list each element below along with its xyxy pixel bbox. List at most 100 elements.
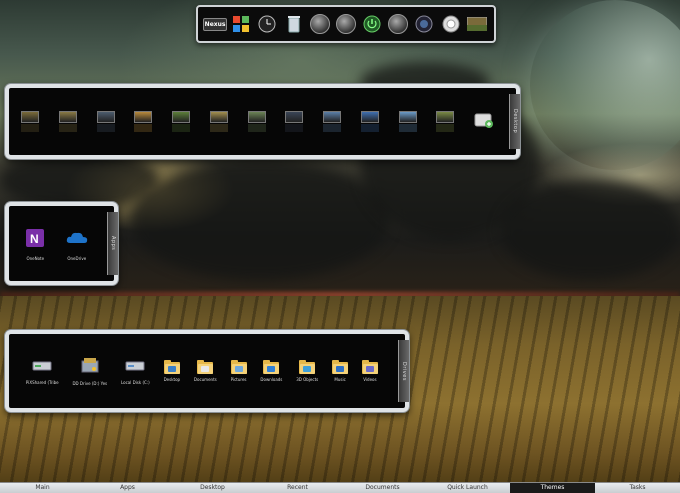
apps-panel-tab[interactable]: Apps	[107, 212, 118, 275]
onenote-icon: N	[24, 227, 46, 253]
desktop-panel-tab-label: Desktop	[512, 109, 518, 134]
power-icon[interactable]	[362, 14, 382, 34]
thumbnail-reflection	[360, 124, 379, 132]
thumbnail-reflection	[209, 124, 228, 132]
clock-icon[interactable]	[257, 14, 277, 34]
wallpaper-thumbnail	[172, 111, 190, 123]
wallpaper-thumbnail	[398, 111, 417, 123]
desktop-thumbnail-wallpaper-12[interactable]	[436, 111, 455, 132]
picture-icon[interactable]	[466, 14, 487, 34]
drive-item-label: Downloads	[260, 377, 283, 382]
downloads-folder-icon	[263, 360, 280, 374]
wallpaper-thumbnail	[323, 111, 341, 123]
desktop-thumbnail-wallpaper-8[interactable]	[285, 111, 304, 132]
drives-panel-tab-label: Drives	[401, 361, 407, 381]
nexus-logo-icon[interactable]: Nexus	[202, 14, 228, 34]
drive-item-label: Documents	[193, 377, 217, 382]
thumbnail-reflection	[21, 124, 39, 132]
3d-objects-folder-icon	[299, 360, 316, 374]
apps-items: N OneNote OneDrive	[15, 206, 98, 281]
desktop-thumbnails	[15, 88, 500, 155]
drive-item-label: Local Disk (C:)	[120, 380, 150, 385]
desktop-folder-icon	[163, 360, 180, 374]
top-dock: Nexus	[196, 5, 496, 43]
nexus-label: Nexus	[202, 17, 228, 31]
drive-item[interactable]: Pictures	[230, 360, 247, 382]
wallpaper-cloud	[500, 180, 680, 280]
wallpaper-thumbnail	[58, 111, 77, 123]
drive-item[interactable]: PiXShared (Tribe	[26, 357, 59, 385]
thumbnail-reflection	[323, 124, 341, 132]
eject-icon[interactable]	[335, 14, 356, 34]
app-item-onedrive[interactable]: OneDrive	[65, 227, 89, 261]
settings-icon[interactable]	[388, 14, 409, 34]
apps-panel: N OneNote OneDrive Apps	[5, 202, 118, 285]
desktop-thumbnail-wallpaper-4[interactable]	[134, 111, 153, 132]
wallpaper-thumbnail	[285, 111, 304, 123]
thumbnail-reflection	[134, 124, 153, 132]
drive-item-label: DD Drive (D:) Yes	[72, 381, 108, 386]
wallpaper-cloud	[130, 160, 390, 280]
thumbnail-reflection	[398, 124, 417, 132]
thumbnail-reflection	[436, 124, 455, 132]
drive-item[interactable]: 3D Objects	[296, 360, 318, 382]
app-item-label: OneNote	[26, 255, 45, 261]
desktop-thumbnail-wallpaper-11[interactable]	[398, 111, 417, 132]
wallpaper-thumbnail	[134, 111, 153, 123]
drive-item[interactable]: Videos	[361, 360, 378, 382]
thumbnail-reflection	[247, 124, 266, 132]
svg-text:N: N	[30, 232, 39, 246]
drive-item-label: PiXShared (Tribe	[25, 380, 59, 385]
wallpaper-thumbnail	[360, 111, 379, 123]
videos-folder-icon	[361, 360, 378, 374]
dvd-drive-icon	[81, 356, 99, 378]
music-folder-icon	[332, 360, 349, 374]
desktop-thumbnail-wallpaper-6[interactable]	[209, 111, 228, 132]
wallpaper-thumbnail	[247, 111, 266, 123]
wallpaper-thumbnail	[96, 111, 115, 123]
documents-folder-icon	[197, 360, 214, 374]
desktop-thumbnail-wallpaper-1[interactable]	[21, 111, 39, 132]
drive-item-label: 3D Objects	[296, 377, 319, 382]
drive-item-label: Pictures	[230, 377, 247, 382]
desktop-thumbnail-wallpaper-3[interactable]	[96, 111, 115, 132]
drive-item[interactable]: Desktop	[163, 360, 181, 382]
drive-item[interactable]: DD Drive (D:) Yes	[72, 356, 107, 386]
drive-item[interactable]: Downloads	[260, 360, 282, 382]
windows-logo-icon[interactable]	[231, 14, 251, 34]
thumbnail-reflection	[285, 124, 304, 132]
wallpaper-thumbnail	[436, 111, 455, 123]
camera-icon[interactable]	[414, 14, 434, 34]
drive-item[interactable]: Documents	[194, 360, 217, 382]
network-drive-icon	[32, 357, 52, 377]
app-item-onenote[interactable]: N OneNote	[24, 227, 46, 261]
desktop-thumbnail-wallpaper-2[interactable]	[58, 111, 77, 132]
drives-panel: PiXShared (Tribe DD Drive (D:) Yes Local D…	[5, 330, 409, 412]
recycle-bin-icon[interactable]	[284, 14, 304, 34]
bottom-tab-bar: Main Apps Desktop Recent Documents Quick Laun…	[0, 482, 680, 493]
desktop-thumbnail-wallpaper-5[interactable]	[172, 111, 190, 132]
drive-item-label: Music	[334, 377, 346, 382]
onedrive-icon	[65, 227, 89, 253]
drive-item-label: Desktop	[163, 377, 181, 382]
drive-item-label: Videos	[363, 377, 377, 382]
wallpaper-thumbnail	[209, 111, 228, 123]
desktop-thumbnail-wallpaper-7[interactable]	[247, 111, 266, 132]
drives-items: PiXShared (Tribe DD Drive (D:) Yes Local D…	[15, 334, 389, 408]
desktop-thumbnail-wallpaper-9[interactable]	[323, 111, 341, 132]
apps-panel-tab-label: Apps	[110, 236, 116, 251]
drive-item[interactable]: Local Disk (C:)	[121, 357, 150, 385]
add-desktop-icon[interactable]	[474, 111, 494, 133]
thumbnail-reflection	[58, 124, 77, 132]
pictures-folder-icon	[230, 360, 247, 374]
media-icon[interactable]	[441, 14, 461, 34]
desktop-thumbnail-wallpaper-10[interactable]	[360, 111, 379, 132]
local-disk-icon	[125, 357, 145, 377]
app-item-label: OneDrive	[67, 255, 87, 261]
thumbnail-reflection	[96, 124, 115, 132]
desktop-panel: Desktop	[5, 84, 520, 159]
desktop-panel-tab[interactable]: Desktop	[509, 94, 520, 149]
drives-panel-tab[interactable]: Drives	[398, 340, 409, 402]
drive-item[interactable]: Music	[332, 360, 349, 382]
control-icon[interactable]	[309, 14, 330, 34]
